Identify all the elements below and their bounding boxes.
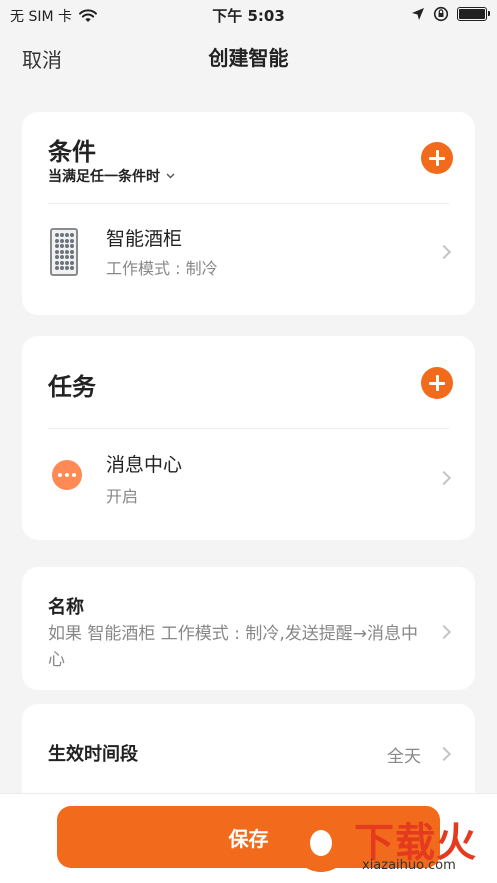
status-bar: 无 SIM 卡 下午 5:03 [0, 0, 497, 30]
page-title: 创建智能 [208, 46, 289, 70]
chevron-right-icon [436, 244, 452, 260]
effective-period-value: 全天 [387, 747, 421, 767]
nav-bar: 取消 创建智能 [0, 30, 497, 82]
divider [48, 203, 449, 204]
message-center-icon [52, 460, 82, 490]
name-value: 如果 智能酒柜 工作模式 : 制冷,发送提醒→消息中心 [48, 624, 418, 670]
chevron-right-icon [436, 624, 452, 640]
location-arrow-icon [412, 8, 424, 20]
battery-icon [457, 7, 490, 21]
effective-period-label: 生效时间段 [48, 744, 138, 765]
chevron-down-icon [166, 173, 175, 179]
tasks-title: 任务 [48, 373, 96, 401]
status-right [411, 6, 490, 22]
watermark-logo-icon [292, 814, 350, 872]
match-mode-label: 当满足任一条件时 [48, 169, 160, 185]
condition-state: 工作模式 : 制冷 [106, 259, 218, 278]
add-task-button[interactable] [421, 367, 453, 399]
name-card[interactable]: 名称 如果 智能酒柜 工作模式 : 制冷,发送提醒→消息中心 [22, 567, 475, 690]
name-label: 名称 [48, 597, 84, 618]
chevron-right-icon [436, 746, 452, 762]
condition-device-name: 智能酒柜 [106, 228, 183, 250]
add-condition-button[interactable] [421, 142, 453, 174]
chevron-right-icon [436, 470, 452, 486]
conditions-card: 条件 当满足任一条件时 智能酒柜 工作模式 : 制冷 [22, 112, 475, 315]
tasks-card: 任务 消息中心 开启 [22, 336, 475, 540]
watermark-url: xiazaihuo.com [362, 858, 456, 873]
orientation-lock-icon [433, 6, 449, 22]
wine-cabinet-icon [50, 228, 78, 276]
watermark: 下载火 xiazaihuo.com [292, 812, 492, 878]
conditions-title: 条件 [48, 138, 96, 166]
divider [48, 428, 449, 429]
task-state: 开启 [106, 487, 139, 506]
match-mode-dropdown[interactable]: 当满足任一条件时 [48, 166, 175, 186]
task-name: 消息中心 [106, 454, 183, 476]
